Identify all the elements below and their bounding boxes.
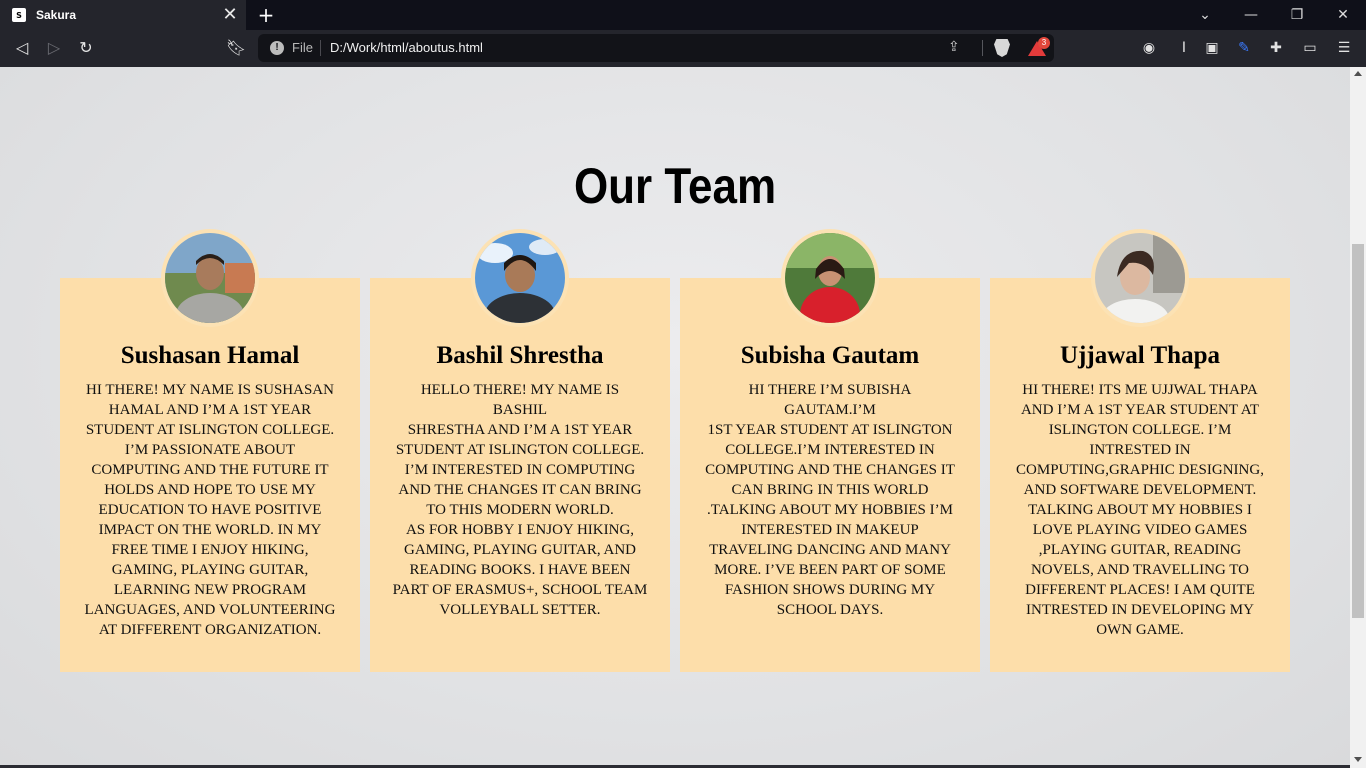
avatar bbox=[1095, 233, 1185, 323]
avatar bbox=[475, 233, 565, 323]
favicon-letter: S bbox=[16, 10, 22, 20]
tab-search-chevron-icon[interactable]: ⌄ bbox=[1182, 0, 1228, 30]
extensions-puzzle-icon[interactable]: ✚ bbox=[1267, 39, 1285, 57]
info-icon[interactable]: ! bbox=[270, 41, 284, 55]
member-bio: HI THERE! MY NAME IS SUSHASAN HAMAL AND … bbox=[84, 382, 336, 638]
restore-icon[interactable]: ❐ bbox=[1274, 0, 1320, 30]
page-title: Our Team bbox=[573, 158, 777, 214]
wallet-icon[interactable]: ▭ bbox=[1301, 39, 1319, 57]
member-bio: HELLO THERE! MY NAME IS BASHIL SHRESTHA … bbox=[392, 382, 648, 618]
rewards-badge: 3 bbox=[1038, 37, 1050, 49]
member-bio: HI THERE I’M SUBISHA GAUTAM.I’M 1ST YEAR… bbox=[705, 382, 955, 618]
url-scheme: File bbox=[292, 40, 313, 55]
address-bar[interactable]: ! File D:/Work/html/aboutus.html ⇪ 3 bbox=[258, 34, 1054, 62]
menu-icon[interactable]: ☰ bbox=[1335, 39, 1353, 57]
team-card: Ujjawal Thapa HI THERE! ITS ME UJJWAL TH… bbox=[990, 278, 1290, 672]
tab-strip: S Sakura ✕ + ⌄ — ❐ ✕ bbox=[0, 0, 1366, 30]
avatar bbox=[785, 233, 875, 323]
scroll-thumb[interactable] bbox=[1352, 244, 1364, 618]
avatar-frame bbox=[161, 229, 259, 327]
page-content: Our Team Sushasan Hamal HI THERE! MY NAM… bbox=[0, 67, 1350, 768]
url-divider bbox=[320, 40, 321, 56]
member-bio: HI THERE! ITS ME UJJWAL THAPA AND I’M A … bbox=[1016, 382, 1264, 638]
sidebar-icon[interactable]: ▣ bbox=[1203, 39, 1221, 57]
team-card: Sushasan Hamal HI THERE! MY NAME IS SUSH… bbox=[60, 278, 360, 672]
reload-icon[interactable]: ↻ bbox=[73, 36, 99, 60]
avatar-frame bbox=[781, 229, 879, 327]
minimize-icon[interactable]: — bbox=[1228, 0, 1274, 30]
url-divider bbox=[982, 40, 983, 56]
member-name: Bashil Shrestha bbox=[436, 342, 604, 369]
back-icon[interactable]: ◁ bbox=[9, 36, 35, 60]
close-window-icon[interactable]: ✕ bbox=[1320, 0, 1366, 30]
close-tab-icon[interactable]: ✕ bbox=[220, 5, 240, 25]
extension-icon[interactable]: ◉ bbox=[1140, 39, 1158, 57]
share-icon[interactable]: ⇪ bbox=[948, 39, 960, 55]
browser-toolbar: ◁ ▷ ↻ 🔖︎ ! File D:/Work/html/aboutus.htm… bbox=[0, 30, 1366, 67]
url-text[interactable]: D:/Work/html/aboutus.html bbox=[330, 40, 483, 55]
forward-icon[interactable]: ▷ bbox=[41, 36, 67, 60]
avatar-frame bbox=[1091, 229, 1189, 327]
member-name: Sushasan Hamal bbox=[120, 342, 300, 369]
pen-extension-icon[interactable]: ✎ bbox=[1235, 39, 1253, 57]
bookmark-icon[interactable]: 🔖︎ bbox=[223, 36, 249, 60]
team-card: Subisha Gautam HI THERE I’M SUBISHA GAUT… bbox=[680, 278, 980, 672]
member-name: Ujjawal Thapa bbox=[1060, 342, 1220, 369]
text-cursor-icon[interactable]: I bbox=[1175, 39, 1193, 57]
tab-title: Sakura bbox=[36, 8, 77, 22]
new-tab-button[interactable]: + bbox=[254, 4, 278, 26]
scroll-up-icon[interactable] bbox=[1354, 71, 1362, 76]
scroll-down-icon[interactable] bbox=[1354, 757, 1362, 762]
avatar bbox=[165, 233, 255, 323]
brave-shields-icon[interactable] bbox=[994, 39, 1010, 57]
member-name: Subisha Gautam bbox=[740, 342, 920, 369]
avatar-frame bbox=[471, 229, 569, 327]
page-scrollbar[interactable] bbox=[1350, 67, 1366, 768]
tab-sakura[interactable]: S Sakura ✕ bbox=[0, 0, 246, 30]
favicon-icon: S bbox=[12, 8, 26, 22]
team-card: Bashil Shrestha HELLO THERE! MY NAME IS … bbox=[370, 278, 670, 672]
